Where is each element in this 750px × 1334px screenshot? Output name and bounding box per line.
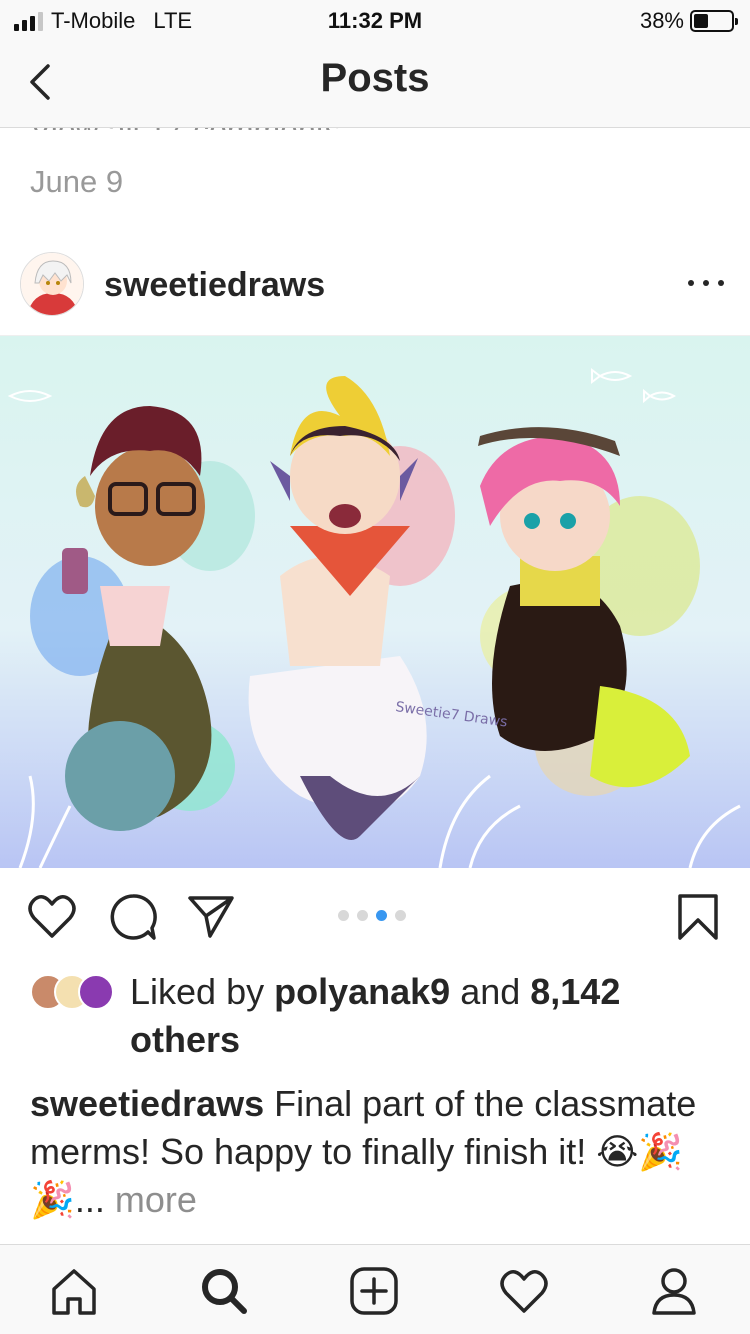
likes-count[interactable]: 8,142 bbox=[530, 971, 620, 1012]
likes-text: Liked by polyanak9 and 8,142 others bbox=[130, 971, 621, 1060]
search-icon[interactable] bbox=[196, 1263, 252, 1319]
carousel-dot bbox=[395, 910, 406, 921]
status-bar: T-Mobile LTE 11:32 PM 38% bbox=[0, 0, 750, 40]
carousel-dot bbox=[338, 910, 349, 921]
previous-post-date: June 9 bbox=[30, 164, 124, 199]
liker-avatars bbox=[30, 974, 120, 1010]
carousel-dot bbox=[357, 910, 368, 921]
post-image[interactable]: Sweetie7 Draws bbox=[0, 336, 750, 868]
liker-avatar bbox=[78, 974, 114, 1010]
post-header: sweetiedraws bbox=[0, 238, 750, 336]
status-time: 11:32 PM bbox=[327, 8, 423, 33]
mermaid-illustration: Sweetie7 Draws bbox=[0, 336, 750, 868]
status-right: 38% bbox=[639, 8, 738, 34]
avatar[interactable] bbox=[20, 252, 84, 316]
paper-plane-icon[interactable] bbox=[186, 892, 236, 940]
carousel-dot bbox=[376, 910, 387, 921]
profile-icon[interactable] bbox=[646, 1263, 702, 1319]
nav-header: Posts bbox=[0, 40, 750, 128]
liker-username[interactable]: polyanak9 bbox=[274, 971, 450, 1012]
like-heart-icon[interactable] bbox=[26, 892, 78, 940]
post-username[interactable]: sweetiedraws bbox=[104, 266, 325, 305]
page-title: Posts bbox=[320, 56, 430, 100]
battery-percent: 38% bbox=[639, 8, 684, 33]
tab-bar bbox=[0, 1244, 750, 1334]
carousel-indicator bbox=[338, 910, 406, 921]
post-caption: sweetiedraws Final part of the classmate… bbox=[30, 1080, 710, 1224]
plus-square-icon[interactable] bbox=[346, 1263, 402, 1319]
home-icon[interactable] bbox=[46, 1263, 102, 1319]
heart-icon[interactable] bbox=[496, 1263, 552, 1319]
caption-username[interactable]: sweetiedraws bbox=[30, 1083, 264, 1124]
likes-others[interactable]: others bbox=[130, 1019, 240, 1060]
caption-more-link[interactable]: more bbox=[105, 1179, 197, 1220]
ellipsis-icon bbox=[688, 280, 694, 286]
avatar-image bbox=[21, 253, 83, 315]
bookmark-icon[interactable] bbox=[676, 892, 720, 942]
battery-icon bbox=[690, 10, 738, 32]
more-options-button[interactable] bbox=[688, 268, 724, 298]
comment-icon[interactable] bbox=[108, 892, 158, 942]
